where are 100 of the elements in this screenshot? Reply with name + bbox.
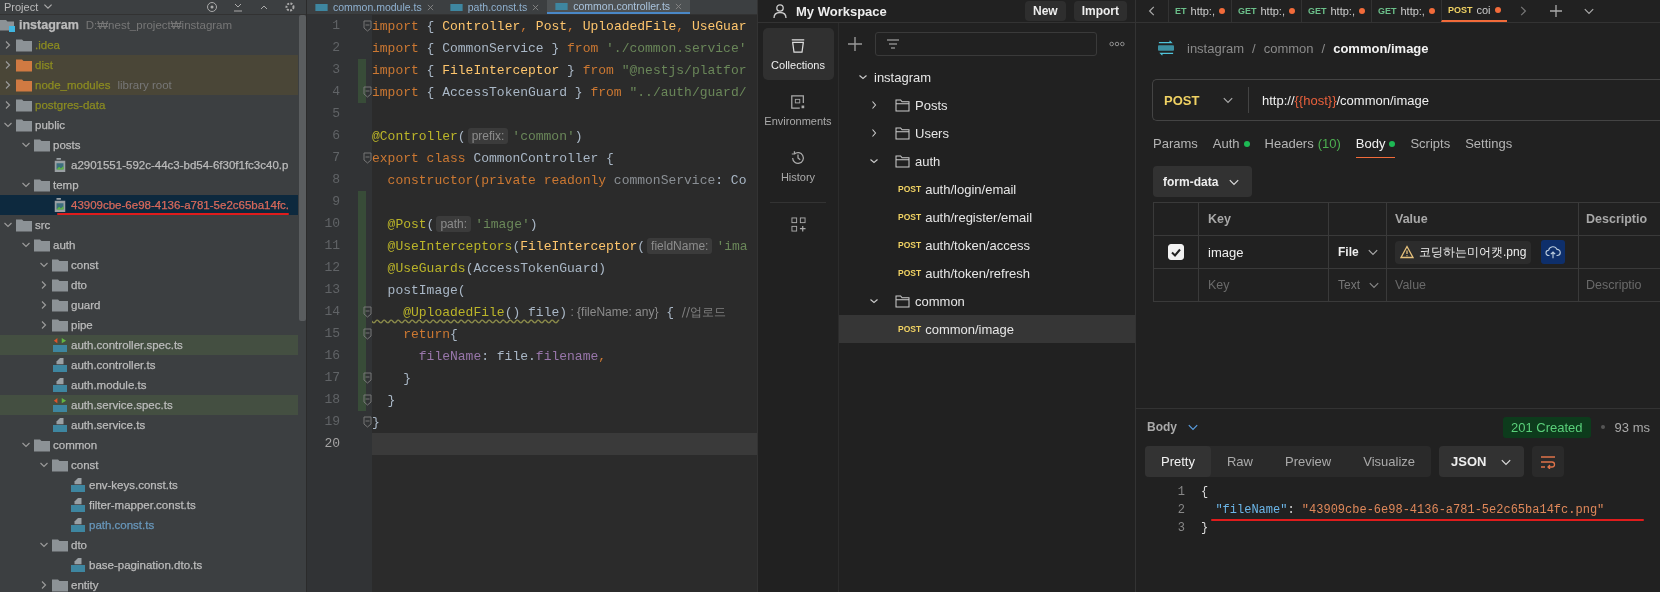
tree-item[interactable]: guard	[0, 295, 298, 315]
format-select[interactable]: JSON	[1439, 446, 1525, 477]
fold-icon[interactable]	[363, 152, 372, 164]
tree-item[interactable]: auth.controller.ts	[0, 355, 298, 375]
request-tab[interactable]: ET http:,	[1168, 0, 1231, 22]
tree-item[interactable]: pipe	[0, 315, 298, 335]
tree-item[interactable]: filter-mapper.const.ts	[0, 495, 298, 515]
tree-item[interactable]: auth.service.spec.ts	[0, 395, 298, 415]
tree-item[interactable]: posts	[0, 135, 298, 155]
fold-icon[interactable]	[363, 328, 372, 340]
request-tab[interactable]: POST coi	[1440, 0, 1507, 22]
fold-icon[interactable]	[363, 416, 372, 428]
method-select[interactable]: POST	[1153, 87, 1249, 113]
tree-item[interactable]: Users	[839, 119, 1135, 147]
fold-icon[interactable]	[363, 20, 372, 32]
request-title[interactable]: common/image	[1333, 40, 1429, 56]
key-field[interactable]: image	[1208, 244, 1244, 260]
editor-tab[interactable]: path.const.ts	[441, 0, 548, 14]
collapse-icon[interactable]	[232, 1, 244, 13]
tree-item[interactable]: env-keys.const.ts	[0, 475, 298, 495]
description-field[interactable]: Descriptio	[1586, 278, 1660, 292]
tree-item[interactable]: src	[0, 215, 298, 235]
close-icon[interactable]	[532, 3, 540, 11]
tree-item[interactable]: dto	[0, 535, 298, 555]
tree-item[interactable]: 43909cbe-6e98-4136-a781-5e2c65ba14fc.	[0, 195, 298, 215]
tree-item[interactable]: POST common/image	[839, 315, 1135, 343]
request-option-tab[interactable]: Body	[1355, 136, 1396, 158]
panel-title[interactable]: Project	[4, 1, 39, 13]
plus-icon[interactable]	[847, 36, 863, 52]
tree-item[interactable]: auth	[839, 147, 1135, 175]
url-field[interactable]: http://{{host}}/common/image	[1262, 92, 1429, 108]
breadcrumb-link[interactable]: common	[1263, 40, 1314, 56]
request-tab[interactable]: GET http:,	[1300, 0, 1371, 22]
tree-item[interactable]: const	[0, 255, 298, 275]
user-icon[interactable]	[772, 3, 788, 19]
tree-item[interactable]: Posts	[839, 91, 1135, 119]
tree-item[interactable]: auth.service.ts	[0, 415, 298, 435]
file-chip[interactable]: 코딩하는미어캣.png	[1395, 240, 1532, 264]
tree-item[interactable]: base-pagination.dto.ts	[0, 555, 298, 575]
close-icon[interactable]	[675, 2, 683, 10]
tree-item[interactable]: path.const.ts	[0, 515, 298, 535]
tree-item[interactable]: auth	[0, 235, 298, 255]
request-option-tab[interactable]: Params	[1153, 136, 1198, 158]
tree-item[interactable]: common	[839, 287, 1135, 315]
tree-item[interactable]: dto	[0, 275, 298, 295]
fold-icon[interactable]	[363, 372, 372, 384]
view-tab[interactable]: Pretty	[1145, 446, 1211, 477]
import-button[interactable]: Import	[1073, 1, 1127, 21]
tree-item[interactable]: public	[0, 115, 298, 135]
wrap-button[interactable]	[1532, 446, 1565, 477]
checkbox[interactable]	[1168, 244, 1184, 260]
request-tab[interactable]: GET http:,	[1370, 0, 1441, 22]
fold-icon[interactable]	[363, 306, 372, 318]
tree-item[interactable]: entity	[0, 575, 298, 592]
filter-field[interactable]	[875, 32, 1097, 56]
tree-item[interactable]: const	[0, 455, 298, 475]
value-field[interactable]: Value	[1395, 278, 1578, 292]
plus-icon[interactable]	[1548, 4, 1563, 18]
chevron-icon[interactable]	[869, 296, 879, 306]
body-type-select[interactable]: form-data	[1153, 166, 1252, 197]
new-button[interactable]: New	[1024, 1, 1066, 21]
request-tab[interactable]: GET http:,	[1231, 0, 1301, 22]
scrollbar[interactable]	[299, 15, 306, 321]
tree-item[interactable]: POST auth/token/refresh	[839, 259, 1135, 287]
fold-icon[interactable]	[363, 394, 372, 406]
grid-plus-icon[interactable]	[790, 217, 806, 232]
key-field[interactable]: Key	[1208, 278, 1328, 292]
settings-icon[interactable]	[284, 1, 296, 13]
tree-item[interactable]: POST auth/login/email	[839, 175, 1135, 203]
editor-tab[interactable]: common.module.ts	[307, 0, 442, 14]
chevron-icon[interactable]	[869, 100, 879, 110]
workspace-title[interactable]: My Workspace	[796, 3, 887, 19]
editor-tab[interactable]: common.controller.ts	[547, 0, 691, 14]
request-option-tab[interactable]: Settings	[1465, 136, 1513, 158]
chevron-icon[interactable]	[869, 156, 879, 166]
request-option-tab[interactable]: Auth	[1212, 136, 1250, 158]
tree-item[interactable]: instagram D:₩nest_project₩instagram	[0, 15, 298, 35]
request-option-tab[interactable]: Scripts	[1410, 136, 1451, 158]
type-select[interactable]: File	[1338, 245, 1379, 259]
request-option-tab[interactable]: Headers (10)	[1264, 136, 1341, 158]
tree-item[interactable]: POST auth/token/access	[839, 231, 1135, 259]
sidebar-item[interactable]: History	[762, 140, 834, 192]
close-icon[interactable]	[426, 3, 434, 11]
tree-item[interactable]: temp	[0, 175, 298, 195]
upload-button[interactable]	[1541, 240, 1566, 264]
target-icon[interactable]	[206, 1, 218, 13]
sidebar-item[interactable]: Collections	[762, 28, 834, 80]
response-section-select[interactable]: Body	[1147, 420, 1177, 434]
tree-item[interactable]: a2901551-592c-44c3-bd54-6f30f1fc3c40.p	[0, 155, 298, 175]
breadcrumb-link[interactable]: instagram	[1187, 40, 1245, 56]
view-tab[interactable]: Raw	[1210, 446, 1269, 477]
sidebar-item[interactable]: Environments	[762, 84, 834, 136]
chevron-icon[interactable]	[858, 72, 868, 82]
tree-item[interactable]: common	[0, 435, 298, 455]
type-select[interactable]: Text	[1338, 278, 1380, 292]
tree-item[interactable]: auth.controller.spec.ts	[0, 335, 298, 355]
view-tab[interactable]: Visualize	[1347, 446, 1432, 477]
tree-item[interactable]: POST auth/register/email	[839, 203, 1135, 231]
view-tab[interactable]: Preview	[1269, 446, 1348, 477]
chevron-icon[interactable]	[869, 128, 879, 138]
